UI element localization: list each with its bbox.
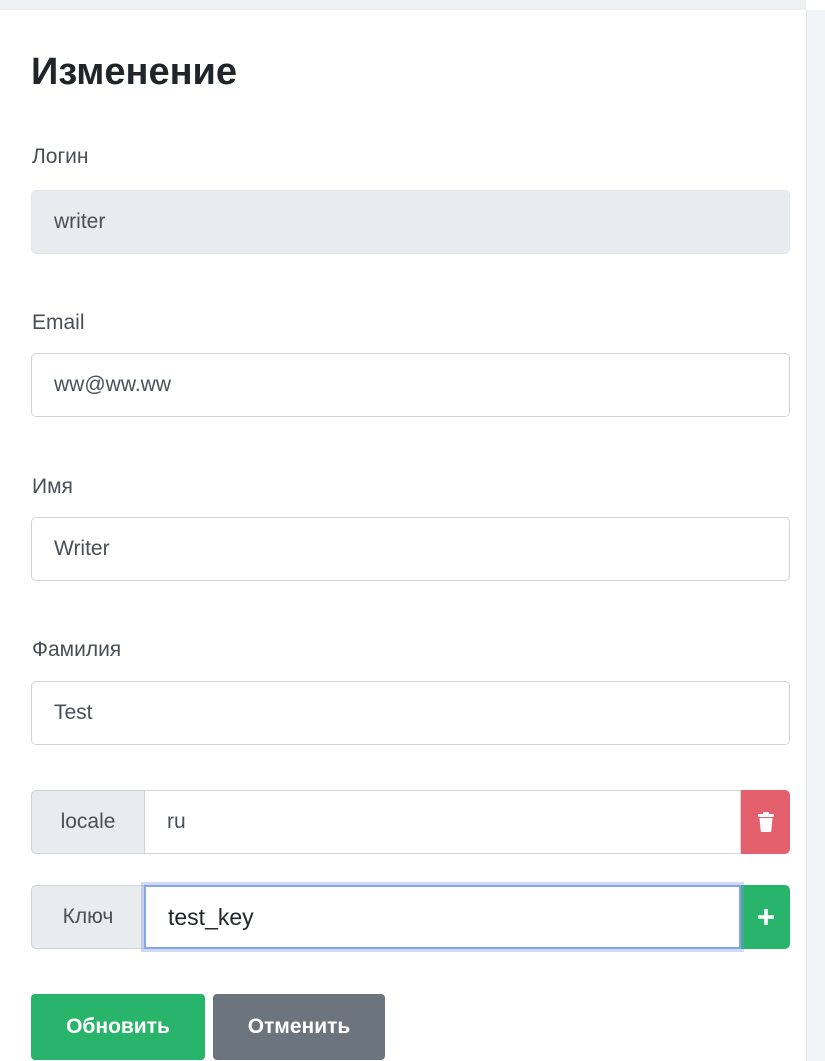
login-field[interactable] (31, 190, 790, 254)
new-attribute-row: Ключ (31, 885, 790, 949)
first-name-label: Имя (32, 475, 73, 498)
delete-attribute-button[interactable] (741, 790, 790, 854)
trash-icon (757, 812, 774, 832)
cancel-button[interactable]: Отменить (213, 994, 385, 1060)
attribute-value-input[interactable] (144, 790, 741, 854)
plus-icon (757, 909, 774, 925)
email-label: Email (32, 311, 85, 334)
new-attribute-key-input[interactable] (144, 885, 741, 949)
email-field[interactable] (31, 353, 790, 417)
attribute-key-label: locale (31, 790, 144, 854)
login-label: Логин (32, 145, 89, 168)
first-name-field[interactable] (31, 517, 790, 581)
attribute-row-locale: locale (31, 790, 790, 854)
scroll-gutter (806, 10, 825, 1061)
update-button[interactable]: Обновить (31, 994, 205, 1060)
new-attribute-key-label: Ключ (31, 885, 144, 949)
add-attribute-button[interactable] (741, 885, 790, 949)
page-title: Изменение (31, 51, 238, 93)
last-name-field[interactable] (31, 681, 790, 745)
last-name-label: Фамилия (32, 638, 122, 661)
top-border (0, 0, 806, 10)
